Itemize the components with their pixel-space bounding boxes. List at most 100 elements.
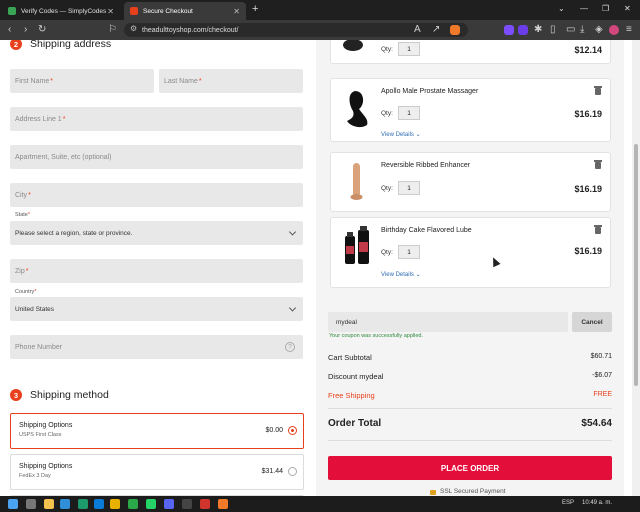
country-select-value: United States	[15, 305, 55, 313]
file-explorer-icon[interactable]	[44, 499, 54, 509]
required-mark: *	[28, 191, 31, 199]
tab-list-icon[interactable]: ⌄	[558, 4, 565, 13]
phone-placeholder: Phone Number	[15, 343, 63, 351]
trash-icon[interactable]	[594, 160, 602, 169]
shipping-label: Free Shipping	[328, 391, 375, 400]
minimize-icon[interactable]: —	[580, 4, 588, 13]
zip-field[interactable]: Zip *	[10, 259, 303, 283]
qty-input[interactable]: 1	[398, 181, 420, 195]
clock[interactable]: 10:49 a. m.	[582, 500, 612, 506]
item-price: $16.19	[574, 109, 602, 119]
share-icon[interactable]: ↗	[432, 24, 440, 36]
puzzle-icon[interactable]: ✱	[534, 24, 542, 36]
close-tab-icon[interactable]: ✕	[107, 7, 114, 16]
chevron-down-icon	[288, 304, 297, 312]
radio-selected[interactable]	[288, 426, 297, 435]
state-select[interactable]: Please select a region, state or provinc…	[10, 221, 303, 245]
site-info-icon[interactable]: ⚙	[130, 24, 137, 33]
task-view-icon[interactable]	[26, 499, 36, 509]
tab-verify-codes[interactable]: Verify Codes — SimplyCodes ✕	[2, 2, 120, 20]
first-name-placeholder: First Name	[15, 77, 50, 85]
product-name: Apollo Male Prostate Massager	[381, 88, 479, 95]
qty-input[interactable]: 1	[398, 106, 420, 120]
shipping-method-heading: 3 Shipping method	[10, 389, 109, 401]
place-order-button[interactable]: PLACE ORDER	[328, 456, 612, 480]
product-thumbnail	[350, 163, 363, 200]
translate-icon[interactable]: A	[414, 24, 421, 36]
app-icon[interactable]	[182, 499, 192, 509]
scrollbar-thumb[interactable]	[634, 144, 638, 386]
item-price: $16.19	[574, 246, 602, 256]
cart-item: Reversible Ribbed Enhancer Qty: 1 $16.19	[330, 152, 611, 212]
menu-icon[interactable]: ≡	[626, 24, 632, 36]
page-scrollbar[interactable]	[632, 40, 640, 496]
app-icon[interactable]	[164, 499, 174, 509]
phone-field[interactable]: Phone Number ?	[10, 335, 303, 359]
radio-unselected[interactable]	[288, 467, 297, 476]
windows-taskbar: ESP 10:49 a. m.	[0, 496, 640, 512]
order-total-row: Order Total $54.64	[328, 418, 612, 429]
cancel-coupon-button[interactable]: Cancel	[572, 312, 612, 332]
tab-secure-checkout[interactable]: Secure Checkout ✕	[124, 2, 246, 20]
ssl-badge: SSL Secured Payment	[430, 488, 506, 495]
chrome-icon[interactable]	[110, 499, 120, 509]
subtotal-row: Cart Subtotal $60.71	[328, 353, 612, 362]
discount-row: Discount mydeal -$6.07	[328, 372, 612, 381]
first-name-field[interactable]: First Name *	[10, 69, 154, 93]
url-text: theadulttoyshop.com/checkout/	[142, 26, 239, 34]
app-icon[interactable]	[128, 499, 138, 509]
checkout-page: 2 Shipping address First Name * Last Name…	[0, 40, 640, 496]
coupon-success-message: Your coupon was successfully applied.	[329, 333, 423, 339]
language-indicator[interactable]: ESP	[562, 500, 574, 506]
address-line-1-field[interactable]: Address Line 1 *	[10, 107, 303, 131]
back-icon[interactable]: ‹	[8, 24, 11, 36]
shipping-option-carrier: USPS First Class	[19, 432, 62, 438]
view-details-link[interactable]: View Details ⌄	[381, 131, 421, 138]
cart-item: Apollo Male Prostate Massager Qty: 1 $16…	[330, 78, 611, 142]
shipping-option-usps[interactable]: Shipping Options USPS First Class $0.00	[10, 413, 304, 449]
vpn-icon[interactable]: ◈	[595, 24, 603, 36]
last-name-field[interactable]: Last Name *	[159, 69, 303, 93]
country-select[interactable]: United States	[10, 297, 303, 321]
forward-icon[interactable]: ›	[24, 24, 27, 36]
download-icon[interactable]: ⤓	[580, 24, 584, 36]
profile-avatar-icon[interactable]	[609, 25, 619, 35]
app-icon[interactable]	[200, 499, 210, 509]
ssl-label: SSL Secured Payment	[440, 488, 506, 495]
qty-input[interactable]: 1	[398, 42, 420, 56]
qty-input[interactable]: 1	[398, 245, 420, 259]
help-icon[interactable]: ?	[285, 342, 295, 352]
bookmark-icon[interactable]: ⚐	[108, 24, 117, 36]
shipping-option-fedex[interactable]: Shipping Options FedEx 3 Day $31.44	[10, 454, 304, 490]
item-price: $12.14	[574, 45, 602, 55]
product-name: Birthday Cake Flavored Lube	[381, 227, 472, 234]
shipping-option-carrier: FedEx 3 Day	[19, 473, 51, 479]
shipping-option-name: Shipping Options	[19, 422, 73, 429]
whatsapp-icon[interactable]	[146, 499, 156, 509]
app-icon[interactable]	[94, 499, 104, 509]
close-window-icon[interactable]: ✕	[624, 4, 631, 13]
new-tab-icon[interactable]: +	[252, 3, 258, 15]
cart-item: Birthday Cake Flavored Lube Qty: 1 $16.1…	[330, 217, 611, 288]
brave-icon[interactable]	[218, 499, 228, 509]
sidebar-icon[interactable]: ▯	[550, 24, 556, 36]
start-icon[interactable]	[8, 499, 18, 509]
shipping-option-name: Shipping Options	[19, 463, 73, 470]
restore-icon[interactable]: ❐	[602, 4, 609, 13]
view-details-link[interactable]: View Details ⌄	[381, 271, 421, 278]
extension-icon[interactable]	[504, 25, 514, 35]
extension-a-icon[interactable]	[518, 25, 528, 35]
reload-icon[interactable]: ↻	[38, 24, 46, 36]
trash-icon[interactable]	[594, 86, 602, 95]
required-mark: *	[198, 77, 202, 85]
coupon-code-input[interactable]: mydeal	[328, 312, 568, 332]
close-tab-icon[interactable]: ✕	[233, 7, 240, 16]
store-icon[interactable]	[60, 499, 70, 509]
wallet-icon[interactable]: ▭	[566, 24, 575, 36]
city-field[interactable]: City *	[10, 183, 303, 207]
shipping-value: FREE	[593, 391, 612, 398]
trash-icon[interactable]	[594, 225, 602, 234]
address-line-2-field[interactable]: Apartment, Suite, etc (optional)	[10, 145, 303, 169]
app-icon[interactable]	[78, 499, 88, 509]
brave-shield-icon[interactable]	[450, 25, 460, 35]
